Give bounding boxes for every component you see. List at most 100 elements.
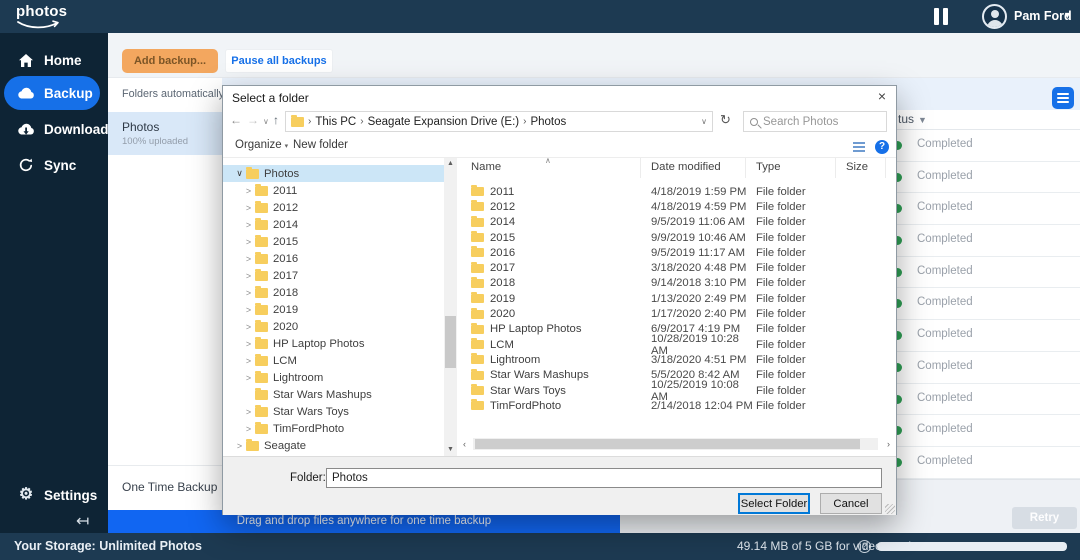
chevron-collapsed-icon[interactable]: > [242, 203, 255, 213]
search-box[interactable] [743, 111, 887, 132]
view-mode-icon[interactable] [853, 142, 865, 152]
breadcrumb-photos[interactable]: Photos [530, 116, 566, 128]
chevron-collapsed-icon[interactable]: > [242, 322, 255, 332]
chevron-collapsed-icon[interactable]: > [242, 373, 255, 383]
chevron-collapsed-icon[interactable]: > [242, 424, 255, 434]
chevron-collapsed-icon[interactable]: > [242, 186, 255, 196]
tree-item-2011[interactable]: >2011 [223, 182, 444, 199]
select-folder-button[interactable]: Select Folder [738, 493, 810, 514]
list-options-button[interactable] [1052, 87, 1074, 109]
tree-item-lightroom[interactable]: > Lightroom [223, 369, 444, 386]
tree-item-2019[interactable]: >2019 [223, 301, 444, 318]
column-header-name[interactable]: Name [461, 158, 641, 178]
new-folder-button[interactable]: New folder [293, 139, 348, 151]
help-icon[interactable]: ? [858, 540, 871, 553]
column-header-date[interactable]: Date modified [641, 158, 746, 178]
history-chevron-icon[interactable]: ∨ [263, 117, 269, 126]
file-row-2017[interactable]: 2017 3/18/2020 4:48 PM File folder [461, 260, 896, 275]
file-row-lcm[interactable]: LCM 10/28/2019 10:28 AM File folder [461, 333, 896, 357]
file-row-2014[interactable]: 2014 9/5/2019 11:06 AM File folder [461, 215, 896, 230]
file-date-modified: 9/14/2018 3:10 PM [651, 277, 747, 290]
chevron-collapsed-icon[interactable]: > [242, 305, 255, 315]
user-menu-chevron-icon[interactable]: ▼ [1063, 10, 1072, 20]
tree-item-seagate[interactable]: > Seagate [223, 437, 444, 454]
chevron-collapsed-icon[interactable]: > [242, 237, 255, 247]
up-icon[interactable]: ↑ [273, 113, 279, 127]
chevron-collapsed-icon[interactable]: > [242, 271, 255, 281]
forward-icon[interactable]: → [247, 113, 259, 127]
tree-item-2017[interactable]: >2017 [223, 267, 444, 284]
tree-item-hp-laptop-photos[interactable]: > HP Laptop Photos [223, 335, 444, 352]
tree-item-2015[interactable]: >2015 [223, 233, 444, 250]
tree-scrollbar[interactable]: ▲ ▼ [444, 158, 457, 456]
pause-all-backups-button[interactable]: Pause all backups [225, 49, 333, 73]
folder-icon [471, 261, 484, 273]
scroll-up-icon[interactable]: ▲ [444, 158, 457, 170]
chevron-collapsed-icon[interactable]: > [242, 407, 255, 417]
tree-item-star-wars-mashups[interactable]: Star Wars Mashups [223, 386, 444, 403]
cancel-button[interactable]: Cancel [820, 493, 882, 514]
chevron-collapsed-icon[interactable]: > [242, 339, 255, 349]
chevron-collapsed-icon[interactable]: > [242, 254, 255, 264]
scroll-right-icon[interactable]: › [887, 438, 890, 450]
file-row-star-wars-toys[interactable]: Star Wars Toys 10/25/2019 10:08 AM File fo… [461, 379, 896, 403]
tree-item-label: Star Wars Mashups [273, 388, 372, 401]
file-row-2012[interactable]: 2012 4/18/2019 4:59 PM File folder [461, 199, 896, 214]
tree-item-lcm[interactable]: > LCM [223, 352, 444, 369]
tree-item-star-wars-toys[interactable]: > Star Wars Toys [223, 403, 444, 420]
tree-item-2016[interactable]: >2016 [223, 250, 444, 267]
file-row-timfordphoto[interactable]: TimFordPhoto 2/14/2018 12:04 PM File folde… [461, 398, 896, 413]
scroll-left-icon[interactable]: ‹ [463, 438, 466, 450]
refresh-icon[interactable]: ↻ [720, 112, 731, 128]
sidebar-item-backup[interactable]: Backup [4, 76, 100, 110]
file-type: File folder [756, 185, 806, 198]
tree-item-2012[interactable]: >2012 [223, 199, 444, 216]
chevron-collapsed-icon[interactable]: > [233, 441, 246, 451]
sidebar-item-home[interactable]: Home [0, 43, 108, 77]
breadcrumb-this-pc[interactable]: This PC [315, 116, 356, 128]
chevron-collapsed-icon[interactable]: > [242, 288, 255, 298]
tree-item-timfordphoto[interactable]: > TimFordPhoto [223, 420, 444, 437]
organize-menu[interactable]: Organize ▾ [235, 139, 288, 151]
backup-folder-item-photos[interactable]: Photos 100% uploaded [108, 112, 222, 155]
retry-button[interactable]: Retry [1012, 507, 1077, 529]
search-input[interactable] [763, 115, 880, 128]
column-header-size[interactable]: Size [836, 158, 886, 178]
scrollbar-thumb[interactable] [445, 316, 456, 368]
file-row-lightroom[interactable]: Lightroom 3/18/2020 4:51 PM File folder [461, 352, 896, 367]
resize-grip[interactable] [885, 504, 895, 514]
file-row-2015[interactable]: 2015 9/9/2019 10:46 AM File folder [461, 230, 896, 245]
horizontal-scrollbar[interactable]: ‹ › [463, 438, 890, 450]
add-backup-button[interactable]: Add backup... [122, 49, 218, 73]
chevron-expanded-icon[interactable]: ∨ [233, 168, 246, 179]
sidebar-item-download[interactable]: Download [0, 112, 109, 146]
status-column-header[interactable]: tus ▼ [898, 112, 927, 126]
scroll-down-icon[interactable]: ▼ [444, 444, 457, 456]
column-header-type[interactable]: Type [746, 158, 836, 178]
file-row-2020[interactable]: 2020 1/17/2020 2:40 PM File folder [461, 306, 896, 321]
close-icon[interactable]: × [878, 88, 886, 104]
file-row-2018[interactable]: 2018 9/14/2018 3:10 PM File folder [461, 276, 896, 291]
file-row-2011[interactable]: 2011 4/18/2019 1:59 PM File folder [461, 184, 896, 199]
collapse-sidebar-icon[interactable]: ↤ [76, 511, 89, 531]
tree-item-photos[interactable]: ∨ Photos [223, 165, 444, 182]
back-icon[interactable]: ← [230, 113, 242, 127]
sidebar-item-settings[interactable]: ⚙ Settings [0, 478, 108, 512]
dialog-help-icon[interactable]: ? [875, 140, 889, 154]
tree-item-2018[interactable]: >2018 [223, 284, 444, 301]
tree-item-2014[interactable]: >2014 [223, 216, 444, 233]
address-bar[interactable]: › This PC › Seagate Expansion Drive (E:) › Ph… [285, 111, 713, 132]
avatar[interactable] [982, 4, 1007, 29]
dialog-titlebar[interactable]: Select a folder × [223, 86, 896, 109]
chevron-collapsed-icon[interactable]: > [242, 356, 255, 366]
tree-item-2020[interactable]: >2020 [223, 318, 444, 335]
pause-icon[interactable] [934, 8, 950, 25]
sidebar-item-sync[interactable]: Sync [0, 148, 108, 182]
chevron-collapsed-icon[interactable]: > [242, 220, 255, 230]
scrollbar-thumb[interactable] [475, 439, 860, 449]
address-dropdown-icon[interactable]: ∨ [701, 117, 707, 126]
file-row-2019[interactable]: 2019 1/13/2020 2:49 PM File folder [461, 291, 896, 306]
breadcrumb-seagate-expansion-drive-e[interactable]: Seagate Expansion Drive (E:) [368, 116, 520, 128]
folder-name-input[interactable] [326, 468, 882, 488]
file-row-2016[interactable]: 2016 9/5/2019 11:17 AM File folder [461, 245, 896, 260]
